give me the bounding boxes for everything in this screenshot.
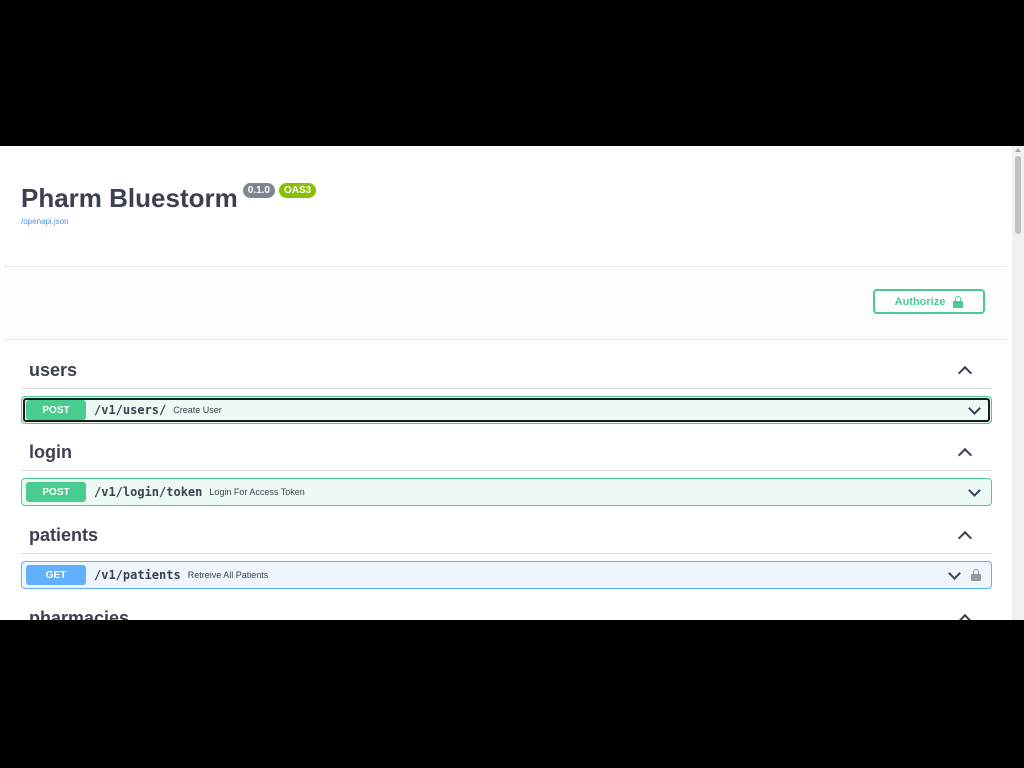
chevron-up-icon[interactable]	[957, 365, 973, 380]
tag-name: patients	[29, 525, 99, 545]
authorize-button[interactable]: Authorize	[873, 289, 985, 314]
operation-summary: Create User	[173, 405, 222, 415]
lock-icon	[953, 295, 964, 308]
operation-summary: Retreive All Patients	[187, 570, 269, 580]
tag-name: users	[29, 360, 78, 380]
tag-name: pharmacies	[29, 608, 130, 620]
oas-badge: OAS3	[278, 183, 317, 198]
authorize-label: Authorize	[894, 295, 946, 308]
version-badge: 0.1.0	[242, 183, 275, 198]
chevron-down-icon[interactable]	[948, 566, 961, 580]
scrollbar-thumb[interactable]	[1015, 156, 1021, 234]
operation-path: /v1/users/	[94, 403, 167, 417]
tag-section-pharmacies: pharmacies	[21, 601, 992, 620]
tag-section-patients: patients GET /v1/patients Retreive All P…	[21, 518, 992, 589]
opblock-get-patients[interactable]: GET /v1/patients Retreive All Patients	[21, 561, 992, 589]
chevron-down-icon[interactable]	[968, 401, 981, 415]
method-badge: POST	[26, 400, 86, 420]
tag-header-patients[interactable]: patients	[21, 518, 992, 554]
browser-viewport: Pharm Bluestorm 0.1.0 OAS3 /openapi.json…	[0, 146, 1024, 620]
method-badge: GET	[26, 565, 86, 585]
operation-path: /v1/patients	[94, 568, 181, 582]
info-header: Pharm Bluestorm 0.1.0 OAS3	[21, 183, 317, 213]
chevron-up-icon[interactable]	[957, 613, 973, 620]
lock-icon[interactable]	[971, 569, 981, 581]
method-badge: POST	[26, 482, 86, 502]
vertical-scrollbar[interactable]	[1012, 146, 1024, 620]
tag-name: login	[29, 442, 72, 462]
tag-section-users: users POST /v1/users/ Create User	[21, 353, 992, 424]
chevron-down-icon[interactable]	[968, 483, 981, 497]
page-title: Pharm Bluestorm	[21, 183, 238, 213]
tag-header-users[interactable]: users	[21, 353, 992, 389]
operation-path: /v1/login/token	[94, 485, 203, 499]
scheme-container: Authorize	[5, 266, 1007, 340]
scroll-up-arrow-icon[interactable]	[1015, 148, 1021, 152]
tag-header-login[interactable]: login	[21, 435, 992, 471]
chevron-up-icon[interactable]	[957, 530, 973, 545]
chevron-up-icon[interactable]	[957, 447, 973, 462]
operation-summary: Login For Access Token	[209, 487, 305, 497]
openapi-json-link[interactable]: /openapi.json	[21, 217, 69, 226]
opblock-post-login-token[interactable]: POST /v1/login/token Login For Access To…	[21, 478, 992, 506]
tag-section-login: login POST /v1/login/token Login For Acc…	[21, 435, 992, 506]
tag-header-pharmacies[interactable]: pharmacies	[21, 601, 992, 620]
opblock-post-users[interactable]: POST /v1/users/ Create User	[21, 396, 992, 424]
